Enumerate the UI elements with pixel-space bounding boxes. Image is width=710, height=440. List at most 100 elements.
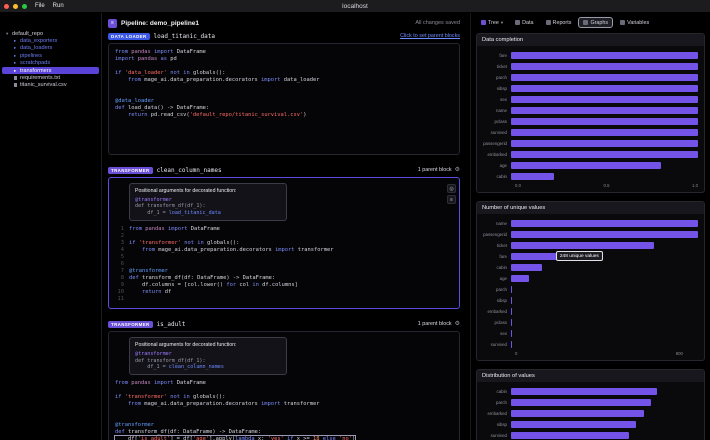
- menu-item-run[interactable]: Run: [53, 3, 64, 9]
- bar[interactable]: [511, 231, 698, 238]
- bar-row: name: [479, 218, 698, 229]
- category-label: sex: [500, 97, 507, 102]
- bar-row: parch: [479, 397, 698, 408]
- tree-item-data-exporters[interactable]: ▸ data_exporters: [2, 37, 99, 44]
- gear-icon[interactable]: ⚙: [455, 167, 460, 173]
- tab-graphs[interactable]: Graphs: [578, 17, 614, 28]
- code-line: 10 return df: [117, 289, 172, 296]
- pipeline-menu-icon[interactable]: ≡: [108, 18, 117, 28]
- category-label: sibsp: [496, 298, 507, 303]
- file-browser: ▾ default_repo ▸ data_exporters ▸ data_loader…: [0, 13, 102, 440]
- menu-icon[interactable]: ≡: [447, 195, 456, 204]
- chart-body: name passengerid ticket fare 248 unique valu…: [476, 214, 705, 361]
- tree-item-data-loaders[interactable]: ▸ data_loaders: [2, 45, 99, 52]
- block-name[interactable]: clean_column_names: [157, 167, 222, 174]
- tree-item-default-repo[interactable]: ▾ default_repo: [2, 30, 99, 37]
- tab-tree[interactable]: Tree ▾: [476, 17, 508, 28]
- category-label: passengerid: [483, 141, 507, 146]
- tab-data[interactable]: Data: [510, 17, 538, 28]
- bar[interactable]: [511, 74, 698, 81]
- sidekick-tabs: Tree ▾ Data Reports Graphs Variables: [476, 16, 705, 29]
- code-line: 11: [117, 296, 125, 303]
- bar-row: sibsp: [479, 295, 698, 306]
- bar-row: cabin: [479, 386, 698, 397]
- bar-row: embarked: [479, 306, 698, 317]
- bar[interactable]: [511, 85, 698, 92]
- category-label: ticket: [496, 64, 507, 69]
- category-label: survived: [490, 130, 507, 135]
- block-type-badge: TRANSFORMER: [108, 320, 153, 328]
- code-editor[interactable]: Positional arguments for decorated funct…: [108, 177, 460, 310]
- tree-item-label: requirements.txt: [20, 75, 61, 82]
- category-label: ticket: [496, 243, 507, 248]
- bar[interactable]: [511, 140, 698, 147]
- bar[interactable]: [511, 96, 698, 103]
- popup-line: df_1 = clean_column_names: [135, 364, 224, 371]
- bar-row: name: [479, 105, 698, 116]
- bar[interactable]: [511, 319, 513, 326]
- code-line: return pd.read_csv('default_repo/titanic…: [127, 112, 307, 118]
- bar[interactable]: [511, 162, 661, 169]
- bar[interactable]: [511, 421, 637, 428]
- tree-item-label: titanic_survival.csv: [20, 82, 67, 89]
- x-axis: 0 800: [515, 350, 698, 357]
- code-line: def load_data() -> DataFrame:: [115, 105, 210, 111]
- screen: File Run localhost ▾ default_repo ▸ data_exp…: [0, 0, 710, 440]
- bar[interactable]: [511, 242, 654, 249]
- tab-variables[interactable]: Variables: [615, 17, 654, 28]
- bar[interactable]: [511, 432, 629, 439]
- variables-tab-icon: [620, 20, 626, 25]
- block-side-toolbar: ◎ ≡: [447, 184, 456, 206]
- reports-tab-icon: [545, 20, 551, 25]
- tree-item-scratchpads[interactable]: ▸ scratchpads: [2, 60, 99, 67]
- tab-reports[interactable]: Reports: [541, 17, 577, 28]
- bar[interactable]: [511, 388, 657, 395]
- bar[interactable]: [511, 107, 698, 114]
- bar[interactable]: [511, 330, 513, 337]
- axis-tick: 800: [675, 351, 683, 356]
- menu-item-file[interactable]: File: [35, 3, 45, 9]
- bar-row: sibsp: [479, 83, 698, 94]
- bar[interactable]: [511, 341, 513, 348]
- file-tree: ▾ default_repo ▸ data_exporters ▸ data_loader…: [0, 30, 101, 89]
- camera-icon[interactable]: ◎: [447, 184, 456, 193]
- category-label: fare: [499, 254, 507, 259]
- set-parent-blocks-link[interactable]: Click to set parent blocks: [400, 33, 460, 39]
- axis-tick: 1.0: [692, 183, 698, 188]
- bar[interactable]: [511, 308, 513, 315]
- bar[interactable]: [511, 275, 530, 282]
- bar[interactable]: [511, 264, 542, 271]
- block-name[interactable]: is_adult: [157, 321, 186, 328]
- block-name[interactable]: load_titanic_data: [154, 33, 215, 40]
- gear-icon[interactable]: ⚙: [455, 321, 460, 327]
- sidekick-panel: Tree ▾ Data Reports Graphs Variables Data com…: [470, 13, 710, 440]
- parent-block-link[interactable]: clean_column_names: [169, 364, 224, 370]
- decorator-args-popup: Positional arguments for decorated funct…: [129, 183, 287, 222]
- bar[interactable]: [511, 286, 513, 293]
- bar[interactable]: [511, 220, 698, 227]
- bar[interactable]: [511, 399, 652, 406]
- bar-track: [511, 140, 698, 147]
- bar[interactable]: [511, 410, 644, 417]
- bar[interactable]: [511, 52, 698, 59]
- tree-item-transformers[interactable]: ▸ transformers: [2, 66, 99, 75]
- tree-item-requirements-txt[interactable]: requirements.txt: [2, 74, 99, 81]
- bar[interactable]: [511, 118, 698, 125]
- bar-row: survived: [479, 339, 698, 350]
- bar[interactable]: [511, 173, 554, 180]
- bar[interactable]: [511, 129, 698, 136]
- x-axis: 0.0 0.5 1.0: [515, 182, 698, 189]
- popup-title: Positional arguments for decorated funct…: [135, 188, 237, 194]
- bar[interactable]: [511, 63, 698, 70]
- bar[interactable]: [511, 297, 513, 304]
- code-editor[interactable]: Positional arguments for decorated funct…: [108, 331, 460, 440]
- bar-track: [511, 74, 698, 81]
- code-editor[interactable]: from pandas import DataFrame import panda…: [108, 43, 460, 155]
- parent-block-link[interactable]: load_titanic_data: [169, 210, 221, 216]
- bar[interactable]: [511, 151, 698, 158]
- tree-item-pipelines[interactable]: ▸ pipelines: [2, 52, 99, 59]
- tree-tab-icon: [481, 20, 486, 25]
- tree-item-titanic-survival-csv[interactable]: titanic_survival.csv: [2, 82, 99, 89]
